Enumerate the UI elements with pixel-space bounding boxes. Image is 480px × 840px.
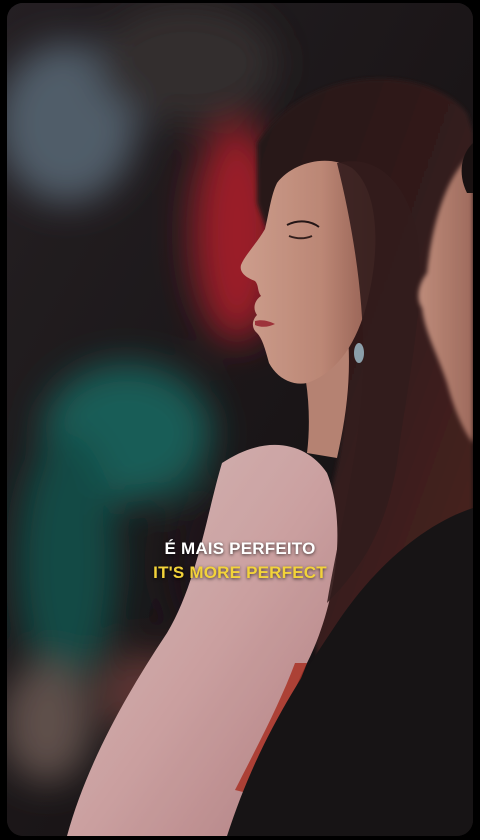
app-frame: É MAIS PERFEITO IT'S MORE PERFECT (0, 0, 480, 840)
video-frame-image (7, 3, 473, 836)
subtitle-original: É MAIS PERFEITO (164, 539, 316, 558)
subtitle-block: É MAIS PERFEITO IT'S MORE PERFECT (0, 537, 480, 585)
subtitle-translation: IT'S MORE PERFECT (153, 563, 327, 582)
video-player[interactable] (7, 3, 473, 836)
